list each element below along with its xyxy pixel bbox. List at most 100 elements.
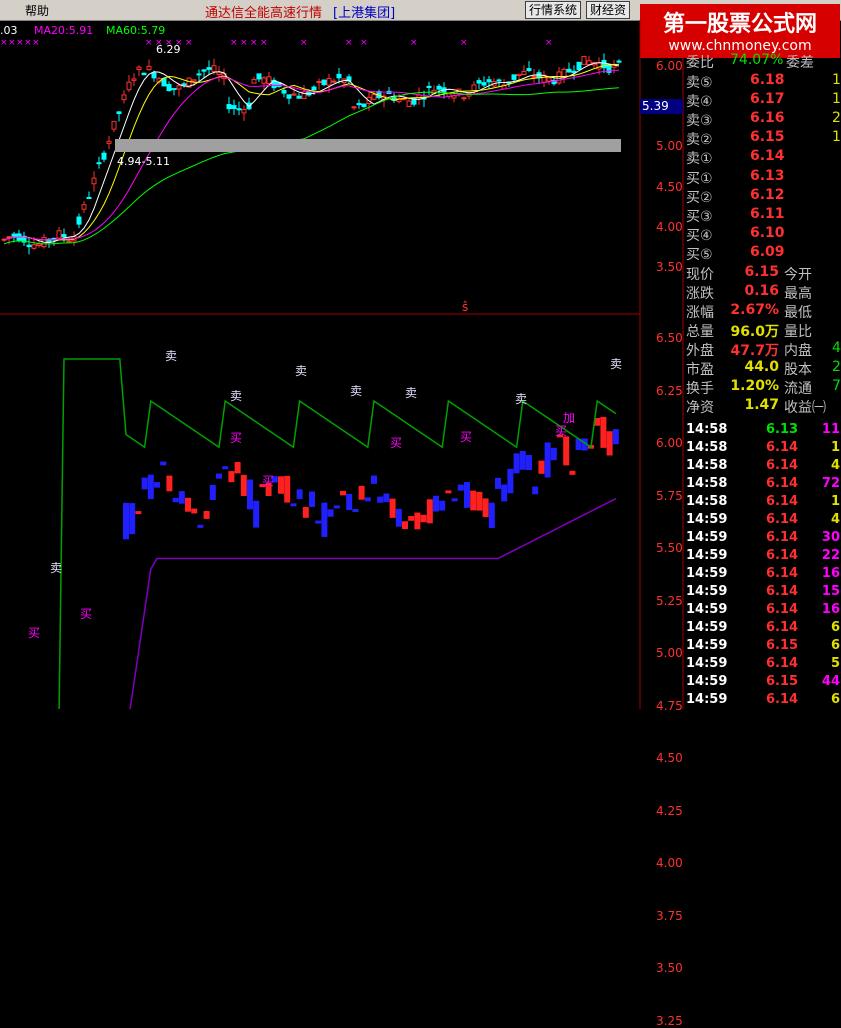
indicator-bar[interactable] — [209, 484, 216, 500]
candlestick[interactable] — [96, 162, 102, 165]
candlestick[interactable] — [556, 71, 562, 84]
candlestick[interactable] — [61, 234, 67, 238]
indicator-bar[interactable] — [234, 461, 241, 474]
candlestick[interactable] — [596, 62, 602, 70]
candlestick[interactable] — [291, 93, 297, 96]
candlestick[interactable] — [11, 233, 17, 237]
indicator-bar[interactable] — [296, 489, 303, 499]
candlestick[interactable] — [181, 83, 187, 86]
indicator-bar[interactable] — [550, 447, 557, 461]
indicator-bar[interactable] — [178, 491, 185, 504]
candlestick[interactable] — [601, 59, 607, 69]
candlestick[interactable] — [476, 80, 482, 84]
candlestick[interactable] — [136, 66, 142, 71]
indicator-bar[interactable] — [346, 493, 353, 511]
indicator-bar[interactable] — [383, 493, 390, 503]
indicator-bar[interactable] — [445, 490, 452, 494]
indicator-bar[interactable] — [197, 524, 204, 528]
candlestick[interactable] — [121, 94, 127, 101]
indicator-bar[interactable] — [135, 511, 142, 515]
candlestick[interactable] — [176, 85, 182, 90]
candlestick[interactable] — [486, 79, 492, 83]
indicator-bar[interactable] — [129, 503, 136, 535]
candlestick[interactable] — [361, 103, 367, 108]
candlestick[interactable] — [66, 240, 72, 243]
candlestick[interactable] — [616, 60, 622, 63]
indicator-bar[interactable] — [191, 508, 198, 514]
candlestick[interactable] — [426, 85, 432, 88]
indicator-bar[interactable] — [253, 500, 260, 528]
candlestick[interactable] — [481, 82, 487, 86]
indicator-bar[interactable] — [284, 475, 291, 503]
indicator-bar[interactable] — [340, 490, 346, 496]
candlestick[interactable] — [226, 104, 232, 110]
candlestick[interactable] — [111, 120, 117, 130]
candlestick[interactable] — [531, 75, 537, 78]
indicator-bar[interactable] — [569, 470, 576, 475]
indicator-bar[interactable] — [222, 466, 229, 470]
candlestick[interactable] — [161, 78, 167, 87]
indicator-bar[interactable] — [526, 454, 532, 470]
candlestick[interactable] — [256, 73, 262, 80]
indicator-bar[interactable] — [290, 503, 297, 507]
candlestick[interactable] — [106, 140, 112, 144]
candlestick[interactable] — [166, 84, 172, 92]
indicator-bar[interactable] — [476, 491, 483, 511]
upper-candlestick-chart[interactable]: × × × × × × × × × × × × × × × × × × × × — [0, 38, 622, 255]
lower-indicator-chart[interactable]: 买买买买买买买卖卖卖卖卖卖卖卖加 — [0, 349, 622, 709]
candlestick[interactable] — [406, 100, 412, 108]
indicator-bar[interactable] — [495, 477, 501, 489]
indicator-bar[interactable] — [228, 471, 235, 483]
indicator-bar[interactable] — [389, 498, 396, 518]
indicator-bar[interactable] — [315, 520, 322, 524]
indicator-bar[interactable] — [247, 479, 253, 510]
candlestick[interactable] — [496, 79, 502, 82]
indicator-bar[interactable] — [278, 476, 284, 494]
candlestick[interactable] — [36, 243, 42, 247]
candlestick[interactable] — [241, 108, 247, 114]
indicator-bar[interactable] — [408, 515, 415, 521]
candlestick[interactable] — [171, 88, 177, 91]
indicator-bar[interactable] — [600, 416, 607, 448]
indicator-bar[interactable] — [141, 477, 148, 490]
indicator-bar[interactable] — [507, 468, 514, 494]
candlestick[interactable] — [76, 216, 82, 225]
indicator-bar[interactable] — [501, 484, 508, 502]
indicator-bar[interactable] — [240, 474, 247, 496]
indicator-bar[interactable] — [395, 508, 402, 527]
indicator-bar[interactable] — [166, 475, 173, 492]
indicator-bar[interactable] — [364, 497, 371, 502]
candlestick[interactable] — [286, 94, 292, 99]
indicator-bar[interactable] — [488, 502, 495, 529]
candlestick[interactable] — [116, 111, 122, 114]
candlestick[interactable] — [126, 81, 132, 91]
candlestick[interactable] — [281, 89, 287, 94]
candlestick[interactable] — [511, 74, 517, 80]
indicator-bar[interactable] — [185, 497, 191, 512]
candlestick[interactable] — [251, 78, 257, 84]
indicator-bar[interactable] — [606, 431, 613, 456]
candlestick[interactable] — [196, 73, 202, 76]
indicator-bar[interactable] — [532, 486, 539, 495]
candlestick[interactable] — [216, 71, 222, 76]
candlestick[interactable] — [336, 73, 342, 79]
candlestick[interactable] — [26, 244, 32, 248]
candlestick[interactable] — [146, 65, 152, 71]
indicator-bar[interactable] — [147, 474, 154, 500]
candlestick[interactable] — [131, 78, 137, 81]
candlestick[interactable] — [141, 72, 147, 76]
candlestick[interactable] — [331, 80, 337, 83]
candlestick[interactable] — [516, 73, 522, 77]
candlestick[interactable] — [201, 69, 207, 72]
candlestick[interactable] — [436, 85, 442, 90]
indicator-bar[interactable] — [519, 451, 526, 470]
candlestick[interactable] — [311, 86, 317, 91]
indicator-bar[interactable] — [563, 436, 570, 466]
candlestick[interactable] — [151, 72, 157, 79]
indicator-bar[interactable] — [414, 512, 421, 530]
indicator-bar[interactable] — [457, 484, 464, 491]
candlestick[interactable] — [566, 68, 572, 73]
indicator-bar[interactable] — [451, 498, 458, 502]
indicator-bar[interactable] — [482, 498, 489, 518]
candlestick[interactable] — [236, 108, 242, 111]
